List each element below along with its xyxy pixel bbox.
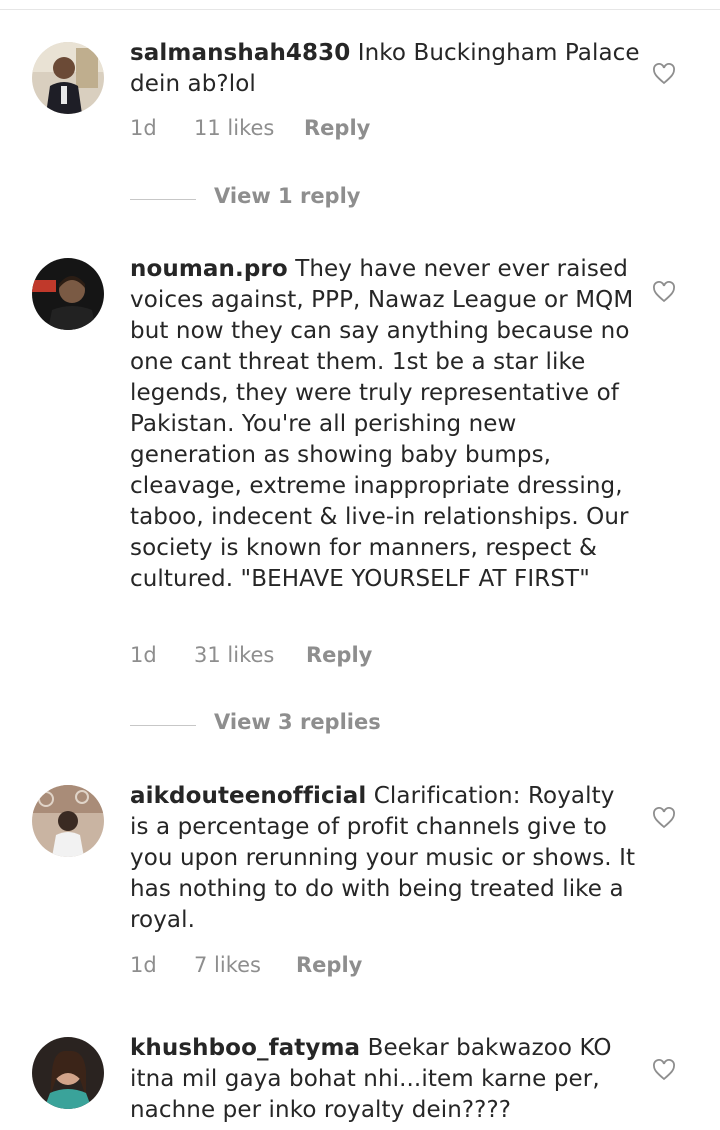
comment-likes[interactable]: 31 likes (194, 643, 274, 667)
avatar[interactable] (32, 258, 104, 330)
comment-username[interactable]: nouman.pro (130, 256, 288, 282)
comment-likes[interactable]: 7 likes (194, 953, 261, 977)
comment-likes[interactable]: 11 likes (194, 116, 274, 140)
heart-outline-icon[interactable] (652, 1059, 676, 1081)
view-replies-label[interactable]: View 3 replies (214, 710, 381, 734)
heart-outline-icon[interactable] (652, 63, 676, 85)
reply-button[interactable]: Reply (306, 643, 372, 667)
avatar[interactable] (32, 42, 104, 114)
heart-outline-icon[interactable] (652, 807, 676, 829)
comment-time: 1d (130, 643, 157, 667)
comment-username[interactable]: khushboo_fatyma (130, 1035, 360, 1061)
comment-body: khushboo_fatyma Beekar bakwazoo KO itna … (130, 1033, 640, 1126)
comment-body: aikdouteenofficial Clarification: Royalt… (130, 781, 640, 936)
comment-username[interactable]: aikdouteenofficial (130, 783, 366, 809)
reply-button[interactable]: Reply (296, 953, 362, 977)
replies-divider (130, 725, 196, 726)
comment-time: 1d (130, 116, 157, 140)
comment-text: They have never ever raised voices again… (130, 256, 634, 592)
comment-username[interactable]: salmanshah4830 (130, 40, 350, 66)
avatar[interactable] (32, 1037, 104, 1109)
comment-body: nouman.pro They have never ever raised v… (130, 254, 640, 595)
view-replies-label[interactable]: View 1 reply (214, 184, 360, 208)
comment-body: salmanshah4830 Inko Buckingham Palace de… (130, 38, 640, 100)
comment-time: 1d (130, 953, 157, 977)
reply-button[interactable]: Reply (304, 116, 370, 140)
top-divider (0, 9, 720, 10)
avatar[interactable] (32, 785, 104, 857)
heart-outline-icon[interactable] (652, 281, 676, 303)
replies-divider (130, 199, 196, 200)
